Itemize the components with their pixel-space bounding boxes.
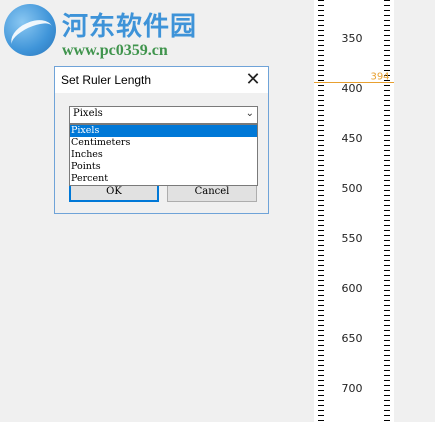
watermark-logo: 河东软件园 www.pc0359.cn [0,0,210,68]
ruler-label: 550 [342,232,363,245]
ruler-label: 400 [342,82,363,95]
ruler-label: 700 [342,382,363,395]
unit-select[interactable]: Pixels ⌄ [69,106,258,124]
unit-option-inches[interactable]: Inches [70,149,257,161]
ruler-label: 650 [342,332,363,345]
dialog-title: Set Ruler Length [61,73,152,87]
unit-select-value: Pixels [73,108,103,119]
ruler-scale: 350 400 450 500 550 600 650 700 394 [314,0,394,421]
watermark-site-name: 河东软件园 [62,12,198,42]
set-ruler-length-dialog: Set Ruler Length ✕ Pixels ⌄ Pixels Centi… [54,66,269,214]
ruler-label: 600 [342,282,363,295]
close-icon[interactable]: ✕ [242,69,264,91]
unit-option-pixels[interactable]: Pixels [70,125,257,137]
ruler-label: 350 [342,32,363,45]
ruler-cursor-value: 394 [370,72,389,83]
unit-option-centimeters[interactable]: Centimeters [70,137,257,149]
dialog-titlebar[interactable]: Set Ruler Length ✕ [55,67,268,93]
unit-option-percent[interactable]: Percent [70,173,257,185]
ruler-label: 500 [342,182,363,195]
watermark-site-url: www.pc0359.cn [62,42,168,59]
unit-dropdown-list[interactable]: Pixels Centimeters Inches Points Percent [69,124,258,186]
chevron-down-icon[interactable]: ⌄ [246,108,254,119]
vertical-ruler[interactable]: 350 400 450 500 550 600 650 700 394 [314,0,394,422]
ruler-label: 450 [342,132,363,145]
unit-option-points[interactable]: Points [70,161,257,173]
